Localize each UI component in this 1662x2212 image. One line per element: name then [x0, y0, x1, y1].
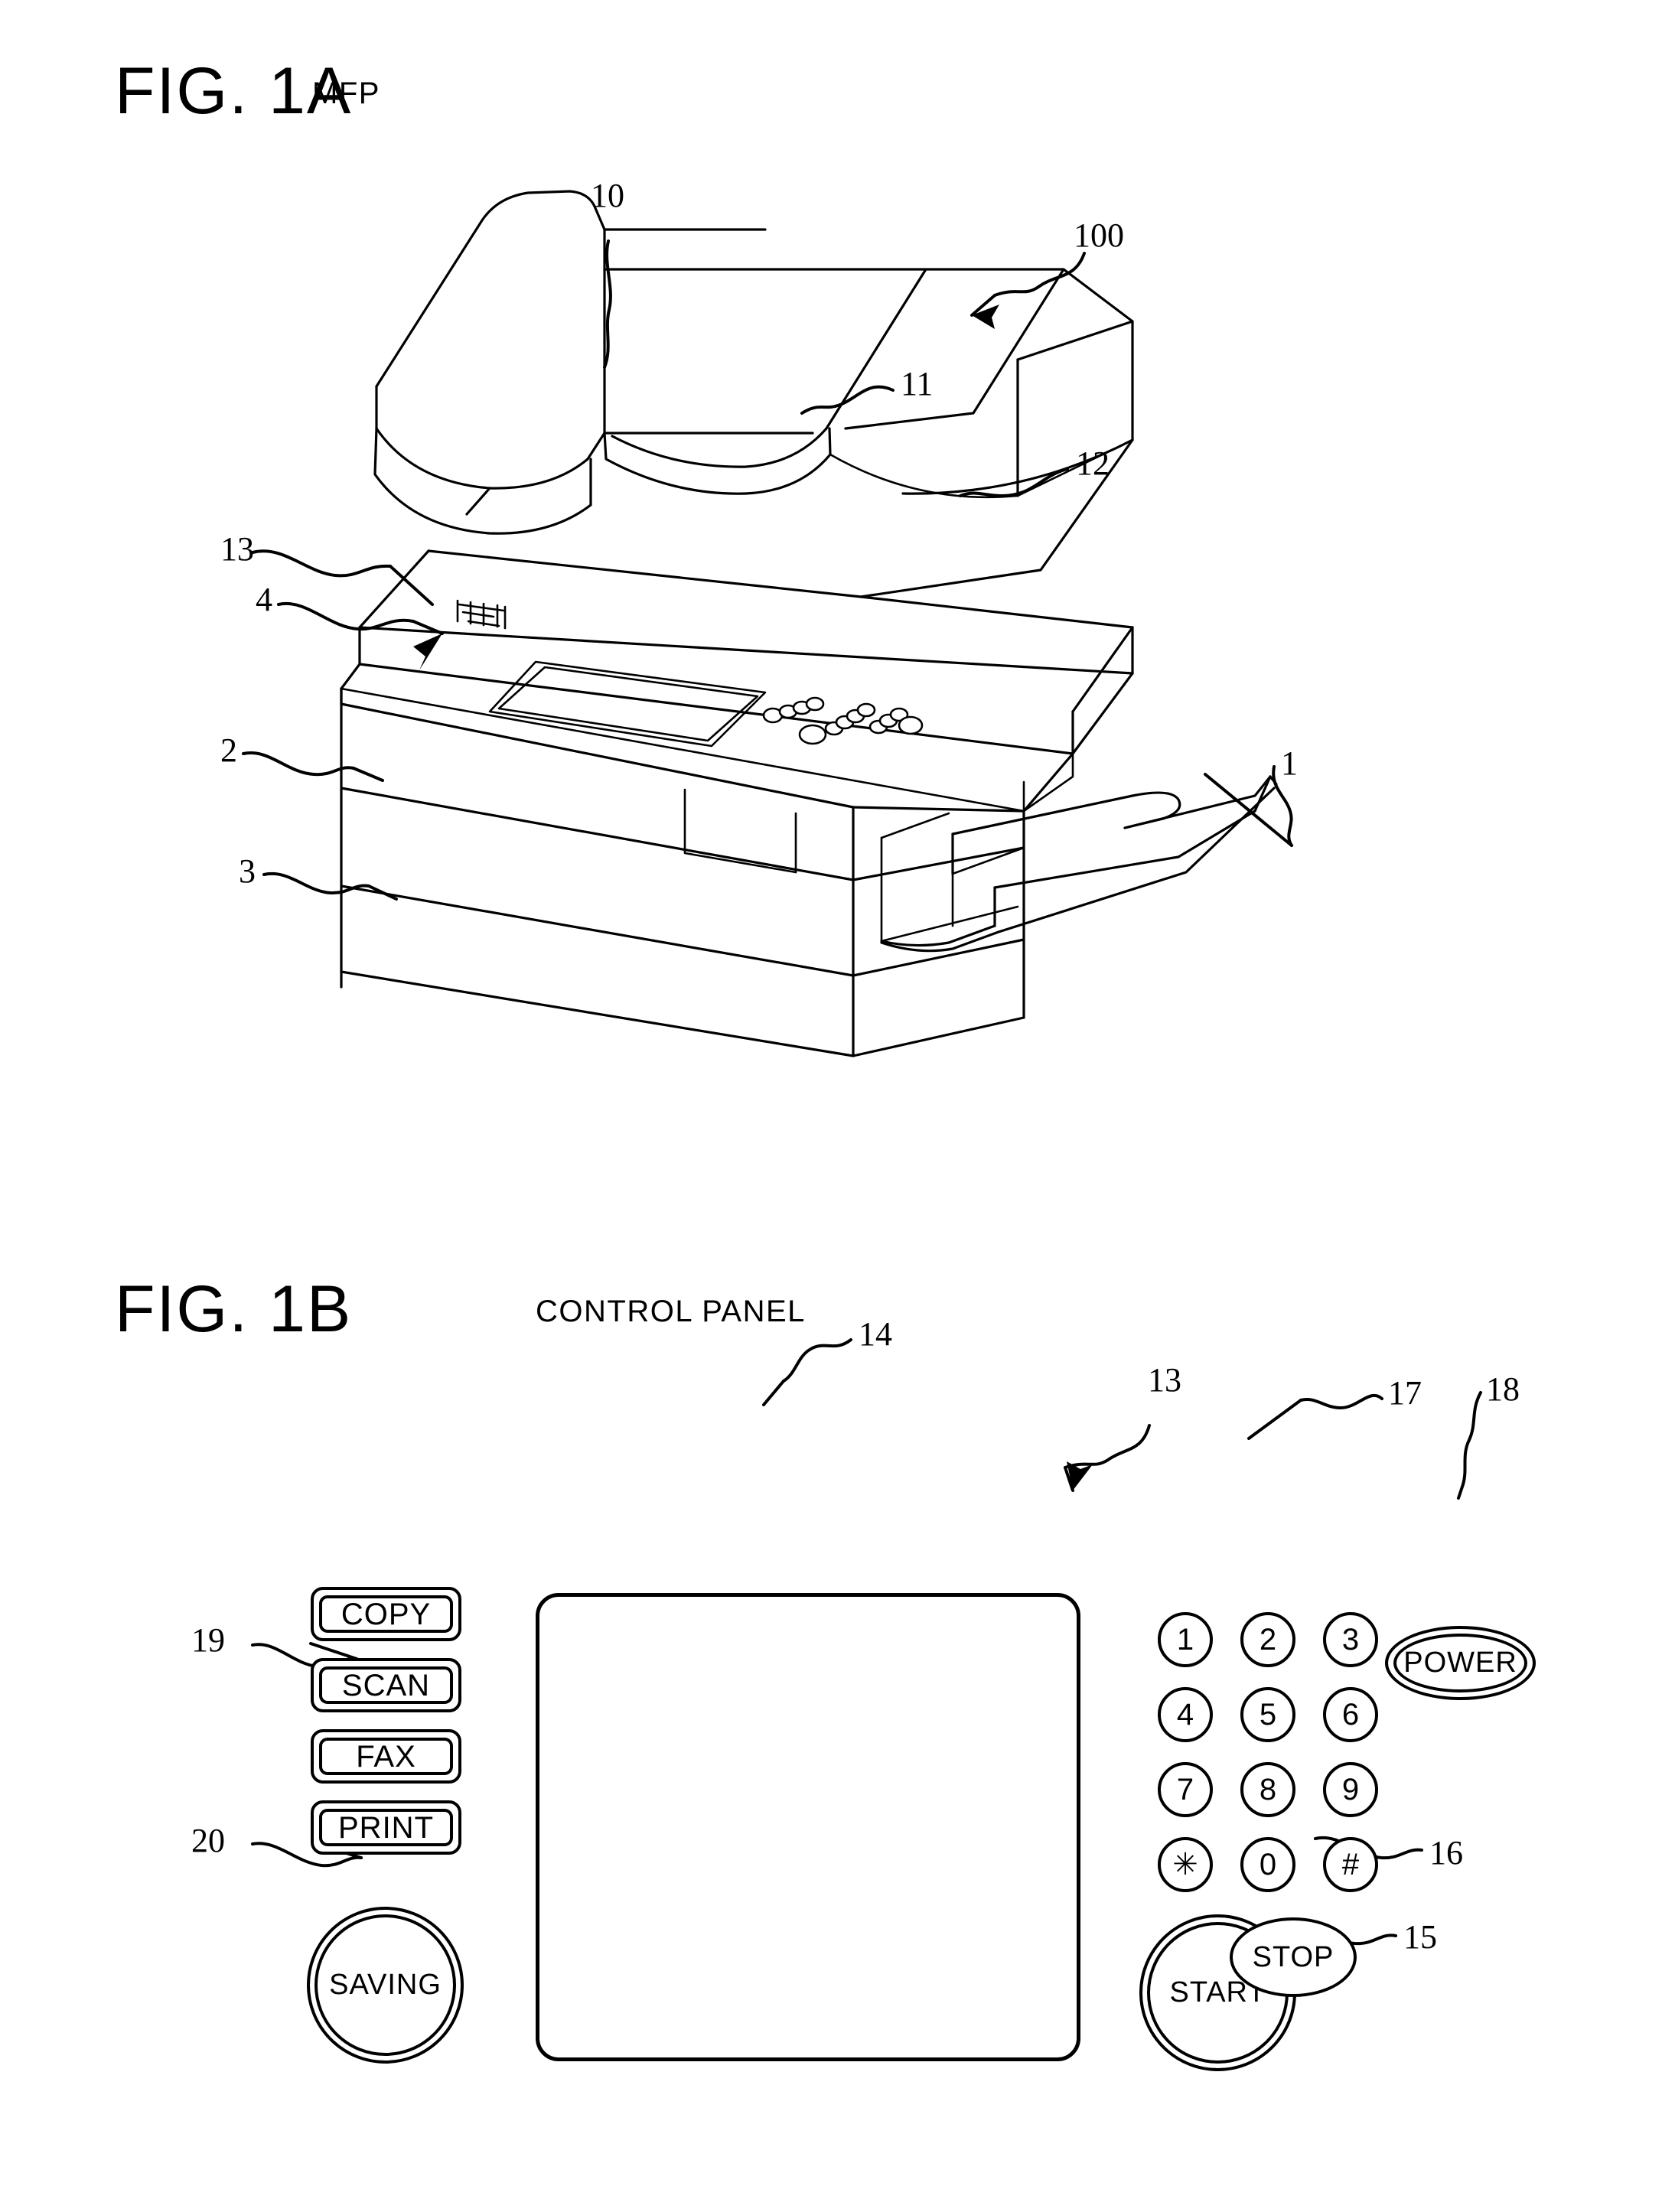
keypad-key-asterisk-label: ✳	[1172, 1848, 1198, 1881]
keypad-key-4-label: 4	[1176, 1698, 1194, 1731]
ref-numeral-10: 10	[591, 177, 624, 214]
saving-key[interactable]: SAVING	[307, 1907, 464, 2064]
ref-numeral-100: 100	[1074, 217, 1124, 254]
ref-numeral-18: 18	[1486, 1370, 1520, 1408]
ref-numeral-14: 14	[859, 1315, 892, 1353]
keypad-key-6-label: 6	[1341, 1698, 1360, 1731]
function-key-fax-label: FAX	[356, 1739, 416, 1774]
function-key-print-label: PRINT	[338, 1810, 434, 1845]
fig-1b-heading: FIG. 1B	[115, 1272, 353, 1346]
keypad-key-7[interactable]: 7	[1158, 1762, 1213, 1817]
ref-numeral-4: 4	[256, 581, 272, 618]
function-key-copy-label: COPY	[341, 1597, 432, 1631]
keypad-key-2-label: 2	[1259, 1623, 1277, 1657]
ref-numeral-13a: 13	[220, 530, 254, 568]
keypad-key-6[interactable]: 6	[1323, 1687, 1378, 1742]
ref-numeral-2: 2	[220, 731, 237, 769]
ref-numeral-12: 12	[1076, 445, 1110, 482]
display-panel[interactable]	[536, 1593, 1080, 2061]
keypad-key-hash-label: #	[1341, 1848, 1360, 1881]
keypad-key-7-label: 7	[1176, 1773, 1194, 1806]
ref-numeral-13b: 13	[1148, 1361, 1181, 1399]
ref-numeral-16: 16	[1429, 1834, 1463, 1872]
keypad-key-9-label: 9	[1341, 1773, 1360, 1806]
keypad-key-8[interactable]: 8	[1240, 1762, 1295, 1817]
stop-key-label: STOP	[1252, 1940, 1334, 1973]
keypad-key-2[interactable]: 2	[1240, 1612, 1295, 1667]
keypad-key-9[interactable]: 9	[1323, 1762, 1378, 1817]
ref-numeral-19: 19	[191, 1621, 225, 1659]
power-key-label: POWER	[1403, 1647, 1517, 1679]
saving-key-label: SAVING	[329, 1969, 442, 2001]
function-key-fax[interactable]: FAX	[311, 1729, 461, 1784]
keypad-key-3[interactable]: 3	[1323, 1612, 1378, 1667]
fig-1b-subtitle: CONTROL PANEL	[536, 1295, 806, 1328]
function-key-scan-label: SCAN	[341, 1668, 431, 1702]
keypad-key-asterisk[interactable]: ✳	[1158, 1837, 1213, 1892]
fig-1a-drawing	[242, 190, 1293, 1057]
ref-numeral-1: 1	[1281, 744, 1298, 782]
ref-numeral-3: 3	[239, 852, 256, 890]
keypad-key-5[interactable]: 5	[1240, 1687, 1295, 1742]
ref-numeral-17: 17	[1388, 1374, 1422, 1412]
function-key-scan[interactable]: SCAN	[311, 1658, 461, 1712]
power-key[interactable]: POWER	[1385, 1626, 1536, 1700]
keypad-key-0[interactable]: 0	[1240, 1837, 1295, 1892]
keypad-key-8-label: 8	[1259, 1773, 1277, 1806]
keypad-key-hash[interactable]: #	[1323, 1837, 1378, 1892]
keypad-key-3-label: 3	[1341, 1623, 1360, 1657]
ref-numeral-11: 11	[901, 365, 934, 402]
stop-key[interactable]: STOP	[1230, 1917, 1357, 1997]
keypad-key-4[interactable]: 4	[1158, 1687, 1213, 1742]
patent-figure-page: FIG. 1A MFP 10 11 12 100 13 4 2 3 1 FIG.…	[0, 0, 1662, 2212]
keypad-key-1-label: 1	[1176, 1623, 1194, 1657]
keypad-key-0-label: 0	[1259, 1848, 1277, 1881]
ref-numeral-20: 20	[191, 1822, 225, 1859]
keypad-key-5-label: 5	[1259, 1698, 1277, 1731]
ref-numeral-15: 15	[1403, 1918, 1437, 1956]
function-key-copy[interactable]: COPY	[311, 1587, 461, 1641]
keypad-key-1[interactable]: 1	[1158, 1612, 1213, 1667]
function-key-print[interactable]: PRINT	[311, 1800, 461, 1855]
